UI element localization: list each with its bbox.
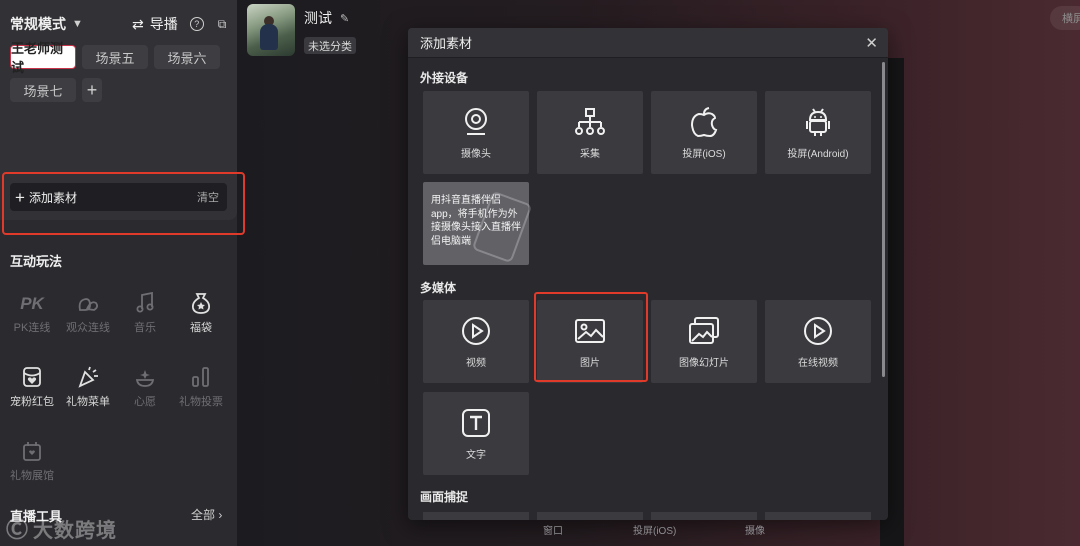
tool-label: 礼物投票 — [179, 396, 223, 408]
card-label: 投屏(Android) — [787, 149, 849, 160]
slideshow-card[interactable]: 图像幻灯片 — [651, 300, 757, 383]
watermark: Ⓒ 大数跨境 — [6, 512, 117, 544]
capture-card-peek[interactable] — [651, 512, 757, 520]
slideshow-icon — [688, 314, 720, 348]
image-card-highlight — [534, 292, 648, 382]
android-cast-card[interactable]: 投屏(Android) — [765, 91, 871, 174]
tool-label: 心愿 — [134, 396, 156, 408]
text-card[interactable]: 文字 — [423, 392, 529, 475]
tool-label: 礼物菜单 — [66, 396, 110, 408]
card-label: 采集 — [580, 149, 600, 160]
tool-label: PK连线 — [13, 322, 51, 334]
card-label: 摄像头 — [461, 149, 491, 160]
phone-camera-tip[interactable]: 用抖音直播伴侣app，将手机作为外接摄像头接入直播伴侣电脑端 — [423, 182, 533, 265]
wish-icon — [119, 362, 171, 388]
card-label: 在线视频 — [798, 358, 838, 369]
android-icon — [804, 105, 832, 139]
section-multimedia: 多媒体 — [420, 281, 457, 295]
online-video-card[interactable]: 在线视频 — [765, 300, 871, 383]
peek-label: 摄像 — [745, 526, 765, 537]
red-packet-icon — [6, 362, 58, 388]
scene-tab-1[interactable]: 王老师测试 — [10, 41, 76, 75]
audience-link-icon — [62, 288, 114, 314]
add-material-dialog: 添加素材 ✕ 外接设备 摄像头 采集 投屏(iOS) 投屏(Android) 用… — [408, 28, 888, 520]
tool-label: 宠粉红包 — [10, 396, 54, 408]
edit-icon[interactable]: ✎ — [340, 12, 349, 25]
watermark-text: 大数跨境 — [33, 519, 118, 542]
ios-cast-card[interactable]: 投屏(iOS) — [651, 91, 757, 174]
tool-label: 观众连线 — [66, 322, 110, 334]
all-tools-link[interactable]: 全部 › — [191, 506, 222, 523]
gift-vote-tool[interactable]: 礼物投票 — [175, 362, 227, 409]
guide-label: 导播 — [149, 16, 178, 32]
add-scene-button[interactable]: + — [82, 78, 102, 102]
capture-card-peek[interactable] — [765, 512, 871, 520]
card-label: 图像幻灯片 — [679, 358, 729, 369]
tool-label: 礼物展馆 — [10, 470, 54, 482]
gift-gallery-icon — [6, 436, 58, 462]
tip-text: 用抖音直播伴侣app，将手机作为外接摄像头接入直播伴侣电脑端 — [431, 195, 521, 247]
tool-label: 福袋 — [190, 322, 212, 334]
help-icon[interactable]: ? — [189, 17, 204, 31]
lucky-bag-tool[interactable]: 福袋 — [175, 288, 227, 335]
video-card[interactable]: 视频 — [423, 300, 529, 383]
online-video-icon — [802, 314, 834, 348]
sidebar: 常规模式 ▼ ⇄ 导播 ? ⧉ 王老师测试 场景五 场景六 场景七 + + 添加… — [0, 0, 237, 546]
scene-tab-5[interactable]: 场景五 — [82, 45, 148, 69]
peek-label: 窗口 — [543, 526, 563, 537]
capture-tree-icon — [574, 105, 606, 139]
pk-link-tool[interactable]: PK PK连线 — [6, 288, 58, 335]
all-link-label: 全部 — [191, 508, 216, 522]
scene-tab-7[interactable]: 场景七 — [10, 78, 76, 102]
text-icon — [461, 406, 491, 440]
avatar[interactable] — [247, 4, 295, 56]
popout-icon[interactable]: ⧉ — [218, 17, 227, 32]
gift-menu-icon — [62, 362, 114, 388]
card-label: 文字 — [466, 450, 486, 461]
red-packet-tool[interactable]: 宠粉红包 — [6, 362, 58, 409]
camera-card[interactable]: 摄像头 — [423, 91, 529, 174]
chevron-down-icon: ▼ — [72, 18, 83, 30]
scene-tab-6[interactable]: 场景六 — [154, 45, 220, 69]
user-name-text: 测试 — [304, 10, 332, 26]
tool-label: 音乐 — [134, 322, 156, 334]
chevron-right-icon: › — [218, 508, 223, 522]
interactive-title: 互动玩法 — [10, 254, 63, 269]
gift-vote-icon — [175, 362, 227, 388]
orientation-toggle[interactable]: 横屏 — [1050, 6, 1080, 30]
capture-card[interactable]: 采集 — [537, 91, 643, 174]
pk-icon: PK — [20, 294, 44, 313]
lucky-bag-icon — [175, 288, 227, 314]
dialog-scrollbar[interactable] — [882, 62, 885, 377]
camera-icon — [462, 105, 490, 139]
dialog-header: 添加素材 ✕ — [408, 28, 888, 58]
section-external: 外接设备 — [420, 71, 469, 85]
music-tool[interactable]: 音乐 — [119, 288, 171, 335]
play-icon — [460, 314, 492, 348]
apple-icon — [690, 105, 718, 139]
add-material-highlight — [2, 172, 245, 235]
gift-menu-tool[interactable]: 礼物菜单 — [62, 362, 114, 409]
section-capture: 画面捕捉 — [420, 490, 469, 504]
capture-card-peek[interactable] — [537, 512, 643, 520]
gift-gallery-tool[interactable]: 礼物展馆 — [6, 436, 58, 483]
category-badge[interactable]: 未选分类 — [304, 37, 356, 54]
card-label: 投屏(iOS) — [682, 149, 726, 160]
mode-selector[interactable]: 常规模式 ▼ — [10, 14, 83, 34]
mode-label: 常规模式 — [10, 16, 66, 32]
card-label: 视频 — [466, 358, 486, 369]
wish-tool[interactable]: 心愿 — [119, 362, 171, 409]
guide-button[interactable]: ⇄ 导播 ? ⧉ — [132, 14, 226, 34]
swap-icon: ⇄ — [132, 15, 144, 32]
music-icon — [119, 288, 171, 314]
close-icon[interactable]: ✕ — [865, 34, 878, 52]
capture-card-peek[interactable] — [423, 512, 529, 520]
watermark-logo-icon: Ⓒ — [6, 517, 30, 542]
user-name: 测试 ✎ — [304, 8, 349, 28]
audience-link-tool[interactable]: 观众连线 — [62, 288, 114, 335]
dialog-title: 添加素材 — [420, 36, 473, 51]
peek-label: 投屏(iOS) — [633, 526, 677, 537]
